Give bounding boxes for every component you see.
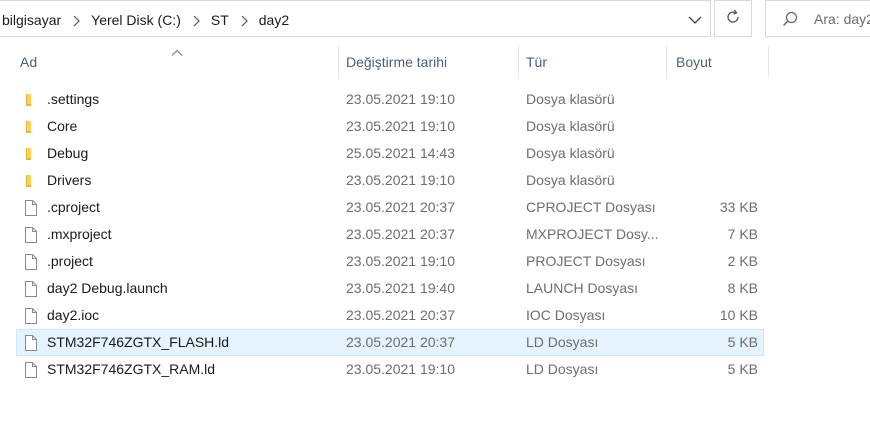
folder-icon	[22, 172, 40, 190]
file-row[interactable]: Core 23.05.2021 19:10 Dosya klasörü	[16, 113, 764, 140]
column-type[interactable]: Tür	[519, 44, 665, 80]
file-row-selected[interactable]: STM32F746ZGTX_FLASH.ld 23.05.2021 20:37 …	[16, 329, 764, 356]
toolbar: bilgisayar Yerel Disk (C:) ST day2	[0, 0, 870, 38]
file-date: 23.05.2021 20:37	[346, 334, 455, 350]
file-type: Dosya klasörü	[526, 145, 615, 161]
file-date: 23.05.2021 19:10	[346, 91, 455, 107]
file-icon	[22, 361, 40, 379]
file-row[interactable]: day2 Debug.launch 23.05.2021 19:40 LAUNC…	[16, 275, 764, 302]
breadcrumb-bilgisayar[interactable]: bilgisayar	[2, 12, 61, 28]
breadcrumb-day2[interactable]: day2	[259, 12, 289, 28]
file-type: LD Dosyası	[526, 361, 599, 377]
file-row[interactable]: .cproject 23.05.2021 20:37 CPROJECT Dosy…	[16, 194, 764, 221]
file-row[interactable]: .project 23.05.2021 19:10 PROJECT Dosyas…	[16, 248, 764, 275]
file-size: 10 KB	[719, 307, 758, 323]
file-icon	[22, 334, 40, 352]
refresh-button[interactable]	[714, 0, 752, 37]
file-row[interactable]: STM32F746ZGTX_RAM.ld 23.05.2021 19:10 LD…	[16, 356, 764, 383]
file-date: 23.05.2021 19:10	[346, 361, 455, 377]
breadcrumb-yerel-disk[interactable]: Yerel Disk (C:)	[91, 12, 181, 28]
file-type: LAUNCH Dosyası	[526, 280, 639, 296]
file-type: MXPROJECT Dosy...	[526, 226, 659, 242]
file-row[interactable]: day2.ioc 23.05.2021 20:37 IOC Dosyası 10…	[16, 302, 764, 329]
file-type: CPROJECT Dosyası	[526, 199, 656, 215]
file-type: Dosya klasörü	[526, 91, 615, 107]
file-date: 23.05.2021 19:40	[346, 280, 455, 296]
column-header: Ad Değiştirme tarihi Tür Boyut	[0, 44, 870, 80]
file-size: 8 KB	[727, 280, 758, 296]
file-size: 2 KB	[727, 253, 758, 269]
file-size: 5 KB	[727, 361, 758, 377]
chevron-right-icon[interactable]	[181, 12, 211, 28]
file-name: .project	[47, 253, 93, 269]
breadcrumb: bilgisayar Yerel Disk (C:) ST day2	[2, 1, 289, 38]
breadcrumb-st[interactable]: ST	[211, 12, 229, 28]
column-divider[interactable]	[666, 46, 667, 78]
file-type: Dosya klasörü	[526, 118, 615, 134]
file-date: 23.05.2021 19:10	[346, 172, 455, 188]
file-name: day2 Debug.launch	[47, 280, 168, 296]
file-type: LD Dosyası	[526, 334, 599, 350]
column-divider[interactable]	[768, 46, 769, 78]
file-name: Debug	[47, 145, 89, 161]
address-bar[interactable]: bilgisayar Yerel Disk (C:) ST day2	[0, 0, 711, 37]
file-name: STM32F746ZGTX_FLASH.ld	[47, 334, 230, 350]
file-date: 23.05.2021 19:10	[346, 253, 455, 269]
file-date: 23.05.2021 20:37	[346, 307, 455, 323]
file-row[interactable]: .mxproject 23.05.2021 20:37 MXPROJECT Do…	[16, 221, 764, 248]
chevron-right-icon[interactable]	[61, 12, 91, 28]
file-icon	[22, 199, 40, 217]
search-input[interactable]	[814, 10, 870, 27]
file-icon	[22, 307, 40, 325]
search-icon	[766, 11, 814, 27]
file-row[interactable]: Debug 25.05.2021 14:43 Dosya klasörü	[16, 140, 764, 167]
file-date: 23.05.2021 20:37	[346, 199, 455, 215]
file-name: Drivers	[47, 172, 92, 188]
file-name: day2.ioc	[47, 307, 100, 323]
file-name: STM32F746ZGTX_RAM.ld	[47, 361, 216, 377]
file-date: 25.05.2021 14:43	[346, 145, 455, 161]
file-name: Core	[47, 118, 78, 134]
file-icon	[22, 280, 40, 298]
file-date: 23.05.2021 20:37	[346, 226, 455, 242]
folder-icon	[22, 118, 40, 136]
file-type: IOC Dosyası	[526, 307, 606, 323]
search-box[interactable]	[765, 0, 870, 37]
file-date: 23.05.2021 19:10	[346, 118, 455, 134]
file-type: Dosya klasörü	[526, 172, 615, 188]
file-size: 7 KB	[727, 226, 758, 242]
file-row[interactable]: .settings 23.05.2021 19:10 Dosya klasörü	[16, 86, 764, 113]
file-row[interactable]: Drivers 23.05.2021 19:10 Dosya klasörü	[16, 167, 764, 194]
file-icon	[22, 226, 40, 244]
column-name[interactable]: Ad	[13, 44, 338, 80]
column-date[interactable]: Değiştirme tarihi	[339, 44, 517, 80]
file-size: 5 KB	[727, 334, 758, 350]
chevron-right-icon[interactable]	[229, 12, 259, 28]
folder-icon	[22, 145, 40, 163]
chevron-down-icon[interactable]	[680, 1, 710, 38]
file-size: 33 KB	[719, 199, 758, 215]
file-name: .cproject	[47, 199, 100, 215]
refresh-icon	[725, 9, 741, 28]
file-name: .settings	[47, 91, 100, 107]
folder-icon	[22, 91, 40, 109]
file-icon	[22, 253, 40, 271]
file-name: .mxproject	[47, 226, 112, 242]
file-type: PROJECT Dosyası	[526, 253, 646, 269]
column-size[interactable]: Boyut	[669, 44, 767, 80]
